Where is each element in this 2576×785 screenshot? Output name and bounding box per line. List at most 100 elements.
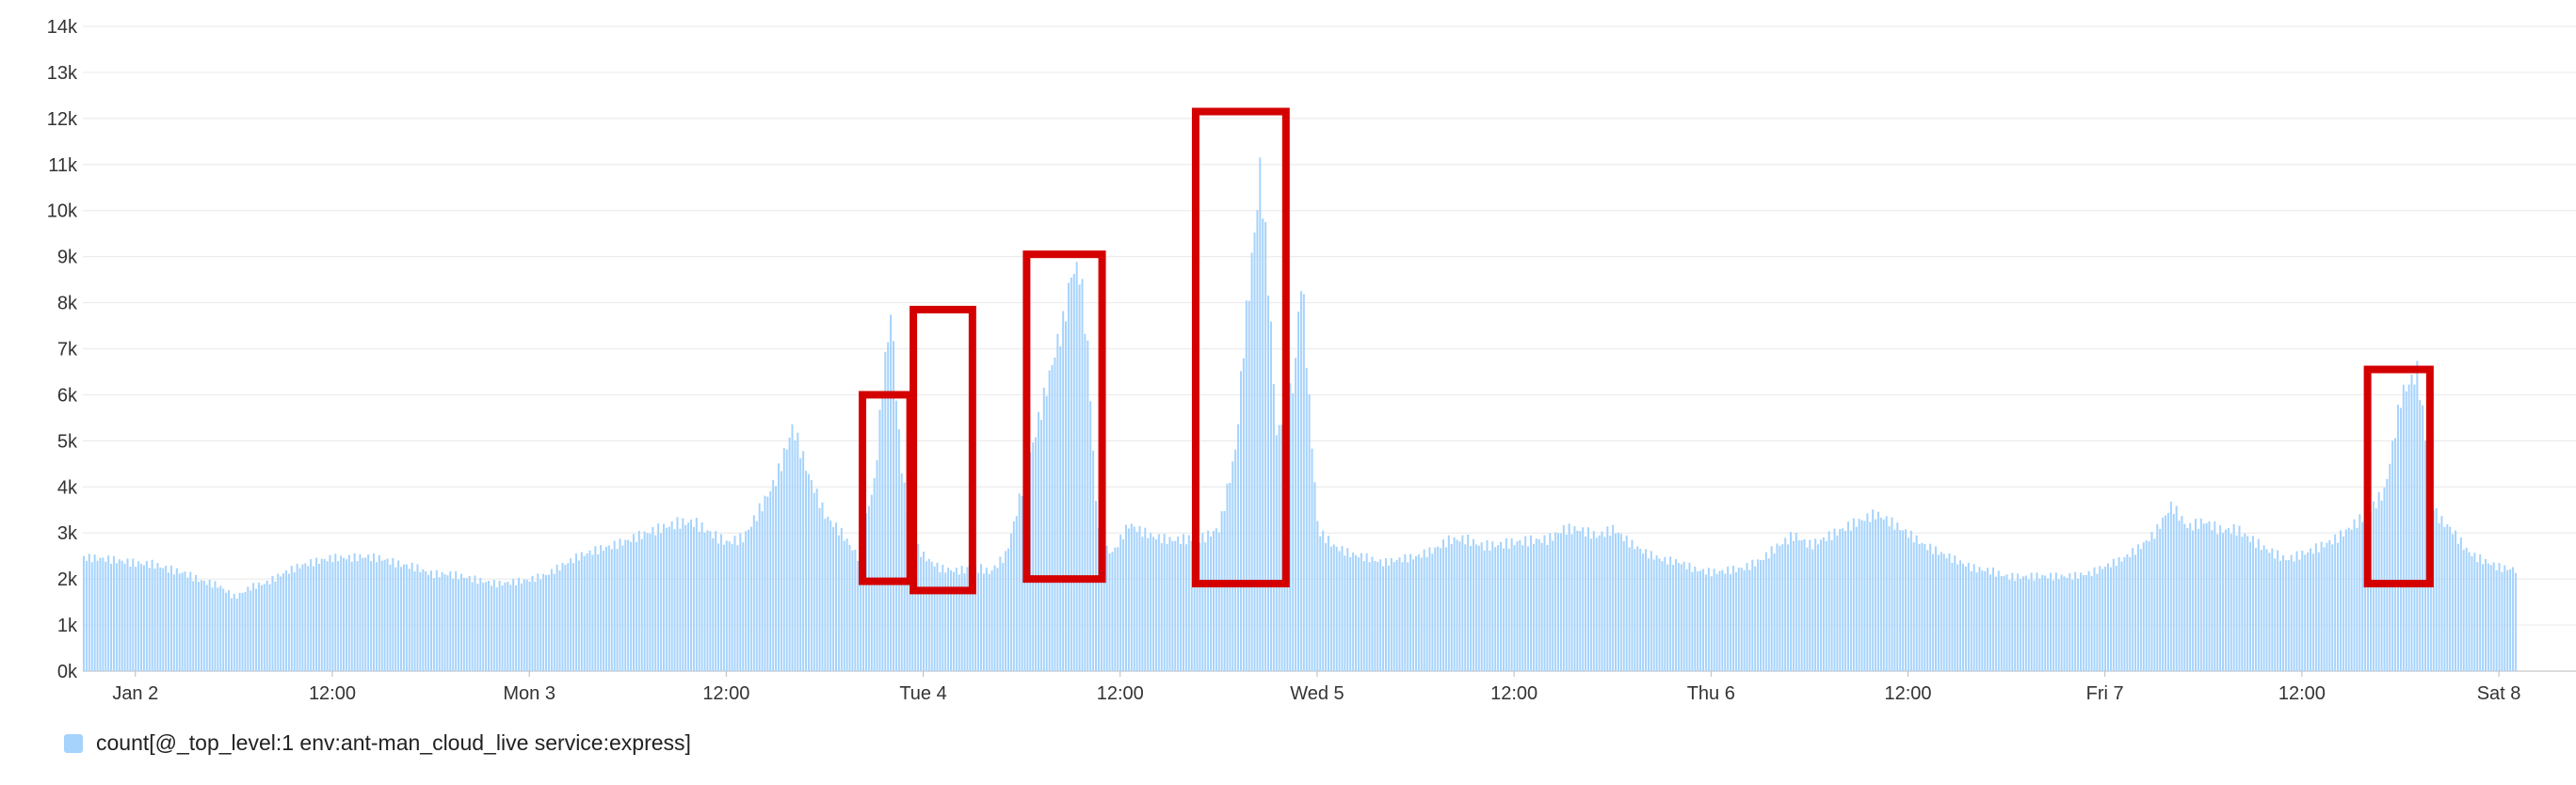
bar [1642,553,1645,671]
bar [1822,537,1825,671]
bar [347,554,350,671]
bar [1075,262,1078,671]
bar [1344,555,1346,671]
bar [1500,541,1503,671]
bar-chart: 0k 1k 2k 3k 4k 5k 6k 7k 8k 9k 10k 11k 12k 13k 14k Jan 2… [47,17,2576,704]
bar [1994,576,1997,671]
bar [1699,570,1702,671]
bar [657,523,660,671]
bar [255,588,258,671]
bar [165,566,168,671]
bar [739,533,742,671]
bar [2440,516,2443,671]
bar [1519,539,1521,671]
bar [2030,572,2033,671]
bar [2284,560,2287,671]
bar [1428,547,1431,671]
bar [189,571,192,671]
bar [2077,578,2080,671]
bar [1329,546,1332,671]
bar [222,588,225,671]
bar [268,584,271,671]
bar [1302,294,1305,671]
bar [1072,274,1075,671]
bar [2232,523,2235,671]
y-tick-label: 0k [57,662,78,682]
bar [2254,548,2257,671]
bar [2159,528,2162,671]
bar [495,587,498,671]
bar [1863,521,1866,671]
bar [1021,496,1023,671]
bar [162,568,165,671]
bar [1685,569,1688,671]
bar [1124,524,1127,671]
bar [2219,525,2222,671]
bar [172,574,175,671]
bar [700,522,703,671]
bar [2391,441,2394,671]
bar [2120,561,2123,671]
bar [110,564,113,671]
bar [1521,545,1524,671]
bar [550,569,553,671]
bar [1152,537,1155,671]
bar [1420,557,1423,671]
legend-swatch [64,733,83,753]
y-tick-label: 4k [57,477,78,498]
bar [1502,548,1505,671]
bar [2350,529,2353,671]
bar [2024,575,2027,671]
bar [1589,538,1592,671]
bar [2331,544,2334,671]
bar [1417,554,1420,671]
bar [1724,573,1727,671]
bar [1762,559,1764,671]
bar [1355,554,1358,671]
bar [422,569,425,671]
bar [2085,574,2087,671]
bar [777,463,780,671]
bar [1570,534,1573,671]
bar [2087,570,2090,671]
bar [1631,539,1634,671]
bar [501,585,504,671]
bar [1814,538,1817,671]
bar [580,552,583,671]
bar [2011,572,2014,671]
bar [1486,539,1489,671]
bar [643,531,646,671]
bar [2353,519,2356,671]
bar [2214,521,2216,671]
bar [2224,529,2227,671]
bar [479,577,482,671]
y-tick-label: 7k [57,340,78,360]
bar [2178,521,2181,671]
bar [1311,448,1313,671]
bar [2356,527,2359,671]
bar [2008,580,2011,671]
legend[interactable]: count[@_top_level:1 env:ant-man_cloud_li… [64,730,691,756]
bar [2347,527,2350,671]
bar [471,582,474,671]
bar [930,561,933,671]
bar [531,575,534,671]
bar [1404,553,1407,671]
bar [1398,557,1401,671]
bar [1934,546,1937,671]
bar [2230,534,2232,671]
bar [2244,533,2246,671]
bar [742,542,745,671]
bar [1731,566,1734,671]
bar [1210,536,1213,671]
bar [1634,549,1636,671]
bar [1204,542,1207,671]
bar [1239,371,1242,671]
bar [736,545,739,671]
bar [1918,543,1921,671]
bar [298,568,301,671]
bar [123,563,126,671]
bar [775,486,778,671]
bar [749,526,752,671]
bar [1341,546,1344,671]
